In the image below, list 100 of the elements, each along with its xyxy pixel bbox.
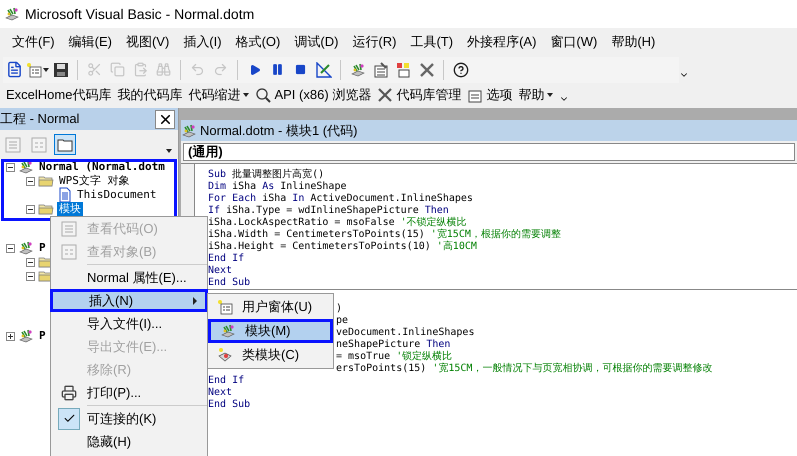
code-line: Sub 批量调整图片高宽() [208,169,324,181]
redo-icon [213,62,228,77]
dropdown-arrow-icon [243,93,250,97]
collapse-icon[interactable] [6,162,15,172]
scissors-icon [87,62,102,77]
tools-icon [377,87,394,103]
form-view-icon [61,244,77,260]
code-line: Next [208,387,232,399]
code-line: For Each iSha In ActiveDocument.InlineShapes [208,193,473,205]
document-icon [58,187,72,203]
undo-icon [190,62,205,77]
form-icon [26,62,42,78]
toolbar-button[interactable]: 我的代码库 [117,85,182,105]
menu-item[interactable]: 打印(P)... [51,381,207,404]
menu-item[interactable]: 外接程序(A) [461,32,542,52]
properties-icon [372,62,388,78]
toggle-folders-button[interactable] [54,134,76,155]
menu-item[interactable]: 视图(V) [120,32,176,52]
clipboard-icon [133,62,148,77]
code-line: neShapePicture Then [336,339,450,350]
collapse-icon[interactable] [26,176,35,186]
window-title: Microsoft Visual Basic - Normal.dotm [25,4,254,24]
project-icon [18,240,34,256]
menu-item[interactable]: 帮助(H) [605,32,662,52]
code-window-title: Normal.dotm - 模块1 (代码) [200,122,358,140]
code-line: iSha.LockAspectRatio = msoFalse '不锁定纵横比 [208,217,467,228]
menu-item[interactable]: 编辑(E) [62,32,118,52]
code-line: End If [208,253,244,265]
toolbar-button[interactable]: ExcelHome代码库 [6,85,112,105]
dropdown-arrow-icon[interactable] [166,149,172,153]
help-icon [452,62,468,78]
menu-item[interactable]: 工具(T) [404,32,460,52]
tree-item[interactable]: 模块 [57,202,83,216]
module-icon [220,323,236,339]
collapse-icon[interactable] [26,258,35,266]
collapse-icon[interactable] [6,244,15,252]
dropdown-arrow-icon [43,68,49,72]
printer-icon [61,384,77,400]
folder-icon [38,174,54,188]
tools-icon [418,62,434,78]
code-line: Next [208,265,232,277]
pane-title: 工程 - Normal [0,110,80,128]
object-dropdown[interactable]: (通用) [183,143,795,161]
toolbar-button[interactable]: API (x86) 浏览器 [255,85,372,105]
expand-icon[interactable] [6,332,15,340]
menu-item[interactable]: 类模块(C) [208,343,333,367]
code-line: ersToPoints(15) '宽15CM，一般情况下与页宽相协调，可根据你的需要调整修改 [336,363,712,375]
folder-icon [38,202,54,216]
menu-item[interactable]: 插入(I) [177,32,228,52]
menu-item[interactable]: 调试(D) [288,32,344,52]
magnifier-icon [255,87,272,103]
menu-item[interactable]: 运行(R) [346,32,402,52]
dropdown-arrow-icon [547,93,554,97]
object-browser-icon [396,62,412,78]
toolbar-button[interactable]: 选项 [467,85,512,105]
toolbar-button[interactable]: 代码缩进 [188,85,250,105]
menu-item[interactable]: 隐藏(H) [51,430,207,453]
menu-item[interactable]: 文件(F) [6,32,61,52]
stop-icon [295,64,306,75]
menu-item[interactable]: 可连接的(K) [51,407,207,430]
toolbar-button[interactable]: 帮助 [518,85,554,105]
code-line: If iSha.Type = wdInlineShapePicture Then [208,205,449,216]
menu-item[interactable]: 模块(M) [208,319,333,343]
app-icon [4,6,20,22]
collapse-icon[interactable] [26,272,35,280]
code-line: iSha.Width = CentimetersToPoints(15) '宽15CM，根据你的需要调整 [208,229,561,240]
folder-icon [57,138,73,152]
submenu-arrow-icon [193,296,197,304]
project-icon [18,328,34,344]
project-icon [18,159,34,175]
close-button[interactable] [155,110,175,128]
menu-item[interactable]: 格式(O) [230,32,286,52]
code-line: iSha.Height = CentimetersToPoints(10) '高10CM [208,241,477,253]
project-icon [350,62,366,78]
play-icon [248,64,260,76]
menu-item[interactable]: 窗口(W) [544,32,604,52]
pause-icon [271,63,284,76]
code-line: ) [336,303,342,315]
menu-item[interactable]: 插入(N) [50,289,208,312]
code-line: End Sub [208,277,250,289]
code-line: veDocument.InlineShapes [336,327,474,339]
collapse-icon[interactable] [26,204,35,214]
class-module-icon [217,347,233,363]
binoculars-icon [156,62,171,77]
menu-item[interactable]: 导入文件(I)... [51,312,207,335]
menu-item[interactable]: Normal 属性(E)... [51,266,207,289]
form-view-icon [31,136,47,152]
code-view-icon [61,220,77,236]
code-line: Dim iSha As InlineShape [208,181,346,193]
document-icon [6,61,23,78]
code-view-icon [5,136,21,152]
module-icon [181,122,197,138]
code-line: pe [336,315,348,327]
code-line: End If [208,375,244,387]
menu-item[interactable]: 用户窗体(U) [208,295,333,319]
code-line: = msoTrue '锁定纵横比 [336,351,452,362]
copy-icon [110,62,125,77]
code-line: End Sub [208,399,250,411]
userform-icon [217,299,233,315]
toolbar-button[interactable]: 代码库管理 [377,85,462,105]
